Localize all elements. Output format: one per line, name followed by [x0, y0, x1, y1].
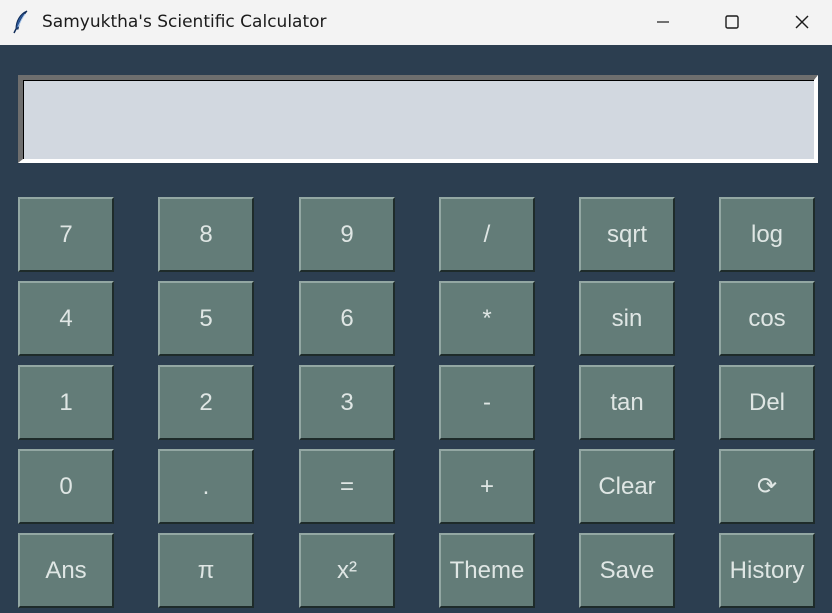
key-delete[interactable]: Del	[719, 365, 815, 440]
key-label: 2	[199, 388, 213, 416]
key-label: 3	[340, 388, 354, 416]
key-history[interactable]: History	[719, 533, 815, 608]
key-log[interactable]: log	[719, 197, 815, 272]
key-pi[interactable]: π	[158, 533, 254, 608]
key-label: log	[750, 220, 784, 248]
key-label: π	[197, 556, 215, 584]
maximize-button[interactable]	[697, 0, 767, 45]
key-2[interactable]: 2	[158, 365, 254, 440]
minimize-icon	[657, 21, 669, 23]
key-equals[interactable]: =	[299, 449, 395, 524]
key-multiply[interactable]: *	[439, 281, 535, 356]
key-label: 1	[59, 388, 73, 416]
calculator-window: Samyuktha's Scientific Calculator 7 8 9 …	[0, 0, 832, 613]
key-label: /	[483, 220, 491, 248]
key-label: Theme	[449, 556, 525, 584]
key-save[interactable]: Save	[579, 533, 675, 608]
minimize-button[interactable]	[628, 0, 698, 45]
key-reset[interactable]: ⟳	[719, 449, 815, 524]
feather-icon	[12, 10, 30, 34]
key-label: Ans	[45, 556, 87, 584]
key-label: 9	[340, 220, 354, 248]
key-decimal[interactable]: .	[158, 449, 254, 524]
key-label: sqrt	[606, 220, 647, 248]
key-1[interactable]: 1	[18, 365, 114, 440]
key-8[interactable]: 8	[158, 197, 254, 272]
key-sqrt[interactable]: sqrt	[579, 197, 675, 272]
key-label: 0	[59, 472, 73, 500]
key-label: .	[202, 472, 210, 500]
key-label: tan	[610, 388, 644, 416]
key-label: History	[729, 556, 805, 584]
key-label: Save	[599, 556, 655, 584]
display-field[interactable]	[23, 80, 814, 159]
key-label: Clear	[598, 472, 656, 500]
key-ans[interactable]: Ans	[18, 533, 114, 608]
close-button[interactable]	[767, 0, 832, 45]
refresh-icon: ⟳	[756, 473, 778, 500]
maximize-icon	[725, 15, 739, 29]
title-bar: Samyuktha's Scientific Calculator	[0, 0, 832, 45]
key-4[interactable]: 4	[18, 281, 114, 356]
key-label: -	[483, 388, 491, 416]
key-divide[interactable]: /	[439, 197, 535, 272]
key-6[interactable]: 6	[299, 281, 395, 356]
window-title: Samyuktha's Scientific Calculator	[42, 12, 327, 32]
key-label: +	[479, 472, 494, 500]
key-theme[interactable]: Theme	[439, 533, 535, 608]
key-0[interactable]: 0	[18, 449, 114, 524]
key-cos[interactable]: cos	[719, 281, 815, 356]
key-label: =	[339, 472, 354, 500]
key-5[interactable]: 5	[158, 281, 254, 356]
key-tan[interactable]: tan	[579, 365, 675, 440]
key-9[interactable]: 9	[299, 197, 395, 272]
key-label: 4	[59, 304, 73, 332]
key-subtract[interactable]: -	[439, 365, 535, 440]
key-label: 7	[59, 220, 73, 248]
key-label: 5	[199, 304, 213, 332]
key-add[interactable]: +	[439, 449, 535, 524]
display-field-frame	[18, 75, 818, 163]
key-label: sin	[611, 304, 643, 332]
key-label: x²	[337, 556, 357, 584]
key-label: Del	[748, 388, 785, 416]
key-label: cos	[748, 304, 786, 332]
key-label: 6	[340, 304, 354, 332]
key-7[interactable]: 7	[18, 197, 114, 272]
key-label: *	[482, 304, 492, 332]
close-icon	[795, 15, 809, 29]
key-clear[interactable]: Clear	[579, 449, 675, 524]
key-3[interactable]: 3	[299, 365, 395, 440]
key-square[interactable]: x²	[299, 533, 395, 608]
key-label: 8	[199, 220, 213, 248]
key-sin[interactable]: sin	[579, 281, 675, 356]
